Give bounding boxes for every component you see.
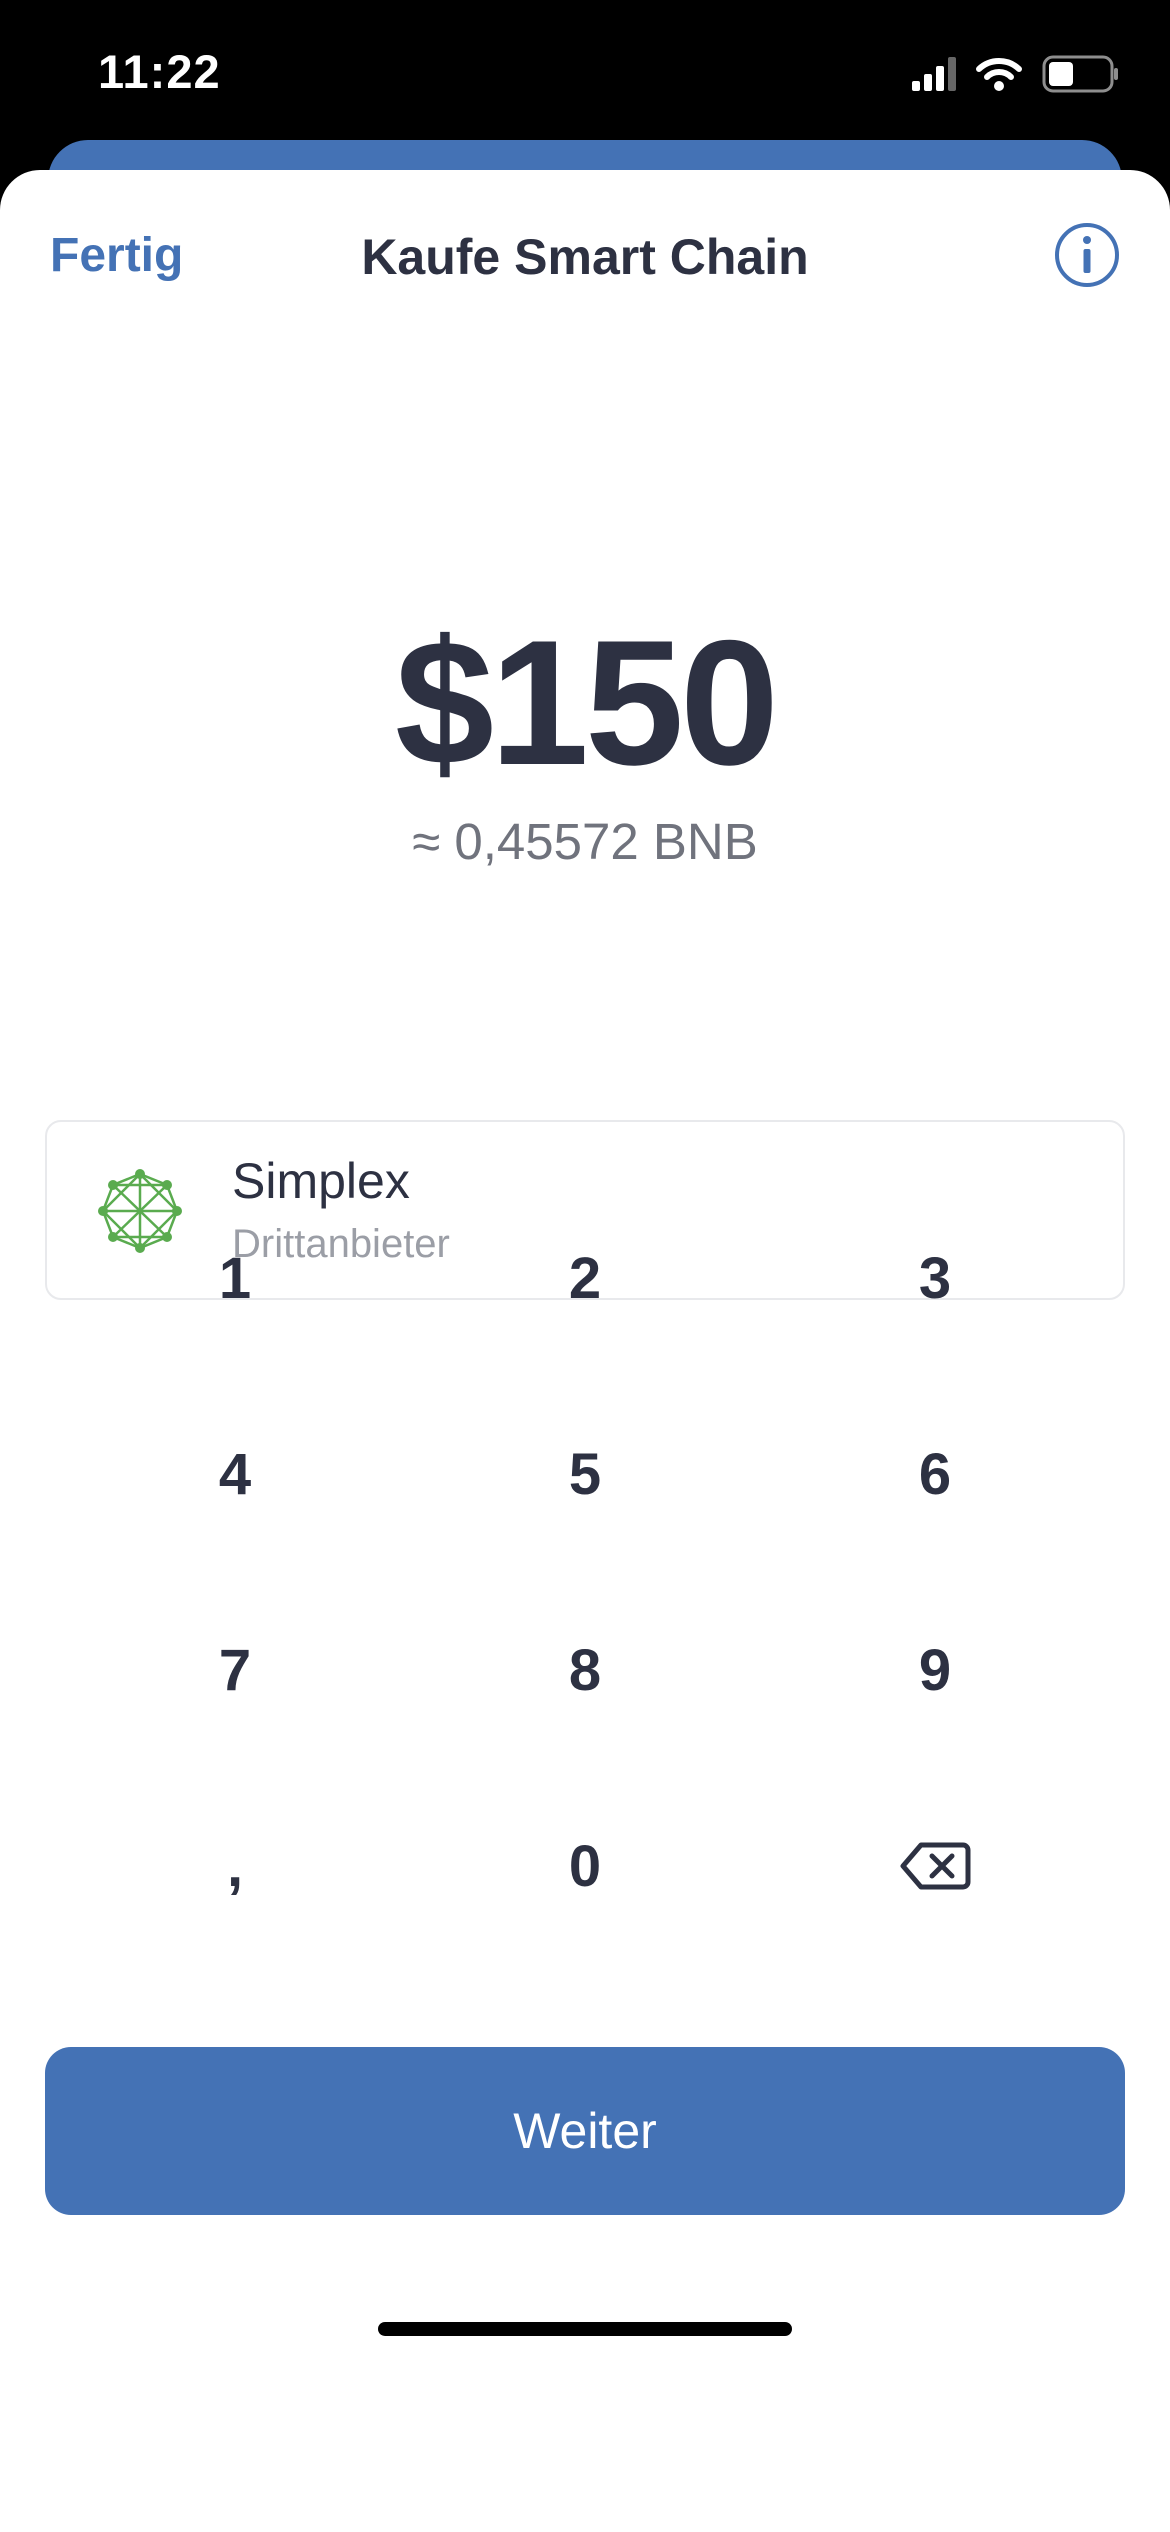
key-7[interactable]: 7 (60, 1572, 410, 1768)
wifi-icon (976, 58, 1022, 91)
number-keypad: 1 2 3 4 5 6 7 8 9 , 0 (0, 1180, 1170, 1964)
key-0[interactable]: 0 (410, 1768, 760, 1964)
amount-converted: ≈ 0,45572 BNB (412, 813, 758, 870)
home-indicator[interactable] (378, 2322, 792, 2336)
key-5[interactable]: 5 (410, 1376, 760, 1572)
cellular-signal-icon (912, 57, 956, 91)
key-8[interactable]: 8 (410, 1572, 760, 1768)
key-9[interactable]: 9 (760, 1572, 1110, 1768)
backspace-icon (900, 1842, 971, 1890)
status-bar: 11:22 (0, 0, 1170, 150)
status-time: 11:22 (98, 45, 221, 98)
continue-button[interactable]: Weiter (45, 2047, 1125, 2215)
amount-display: $150 (395, 603, 779, 802)
status-icons (912, 52, 1120, 96)
key-6[interactable]: 6 (760, 1376, 1110, 1572)
info-circle-icon[interactable] (1054, 222, 1120, 288)
key-4[interactable]: 4 (60, 1376, 410, 1572)
battery-icon (1042, 55, 1118, 93)
page-title: Kaufe Smart Chain (361, 229, 809, 285)
key-2[interactable]: 2 (410, 1180, 760, 1376)
backspace-key[interactable] (760, 1768, 1110, 1964)
key-3[interactable]: 3 (760, 1180, 1110, 1376)
key-1[interactable]: 1 (60, 1180, 410, 1376)
key-comma[interactable]: , (60, 1768, 410, 1964)
